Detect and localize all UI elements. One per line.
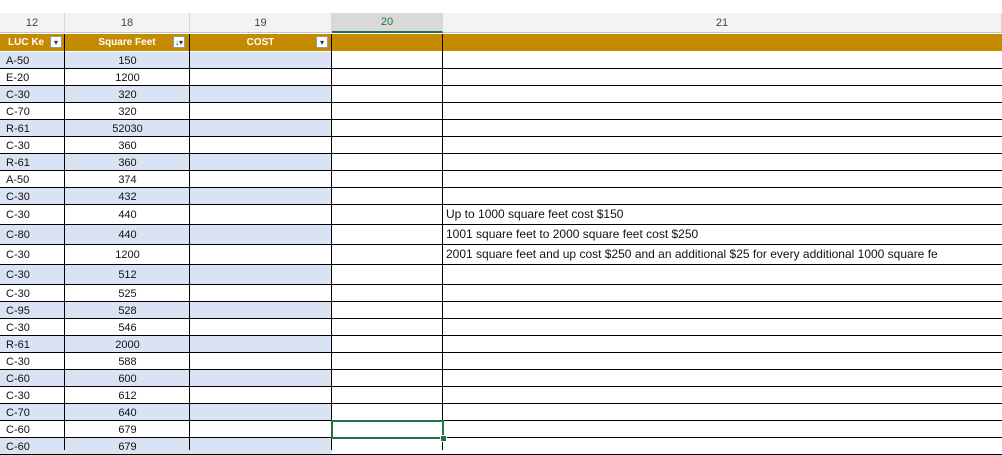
square-feet-cell[interactable]: 612 (65, 387, 190, 404)
column-gridline (331, 34, 332, 450)
sort-ascending-filter-icon[interactable]: ↓▾ (173, 36, 185, 48)
square-feet-cell[interactable]: 2000 (65, 336, 190, 353)
column-gridline (189, 34, 190, 450)
header-col-20[interactable] (332, 34, 443, 51)
cost-cell[interactable] (190, 188, 332, 205)
square-feet-cell[interactable]: 320 (65, 103, 190, 120)
square-feet-cell[interactable]: 1200 (65, 245, 190, 265)
cost-cell[interactable] (190, 302, 332, 319)
cost-cell[interactable] (190, 353, 332, 370)
cost-cell[interactable] (190, 370, 332, 387)
cost-cell[interactable] (190, 336, 332, 353)
luc-key-cell[interactable]: C-60 (0, 438, 65, 455)
cost-cell[interactable] (190, 86, 332, 103)
cost-cell[interactable] (190, 154, 332, 171)
square-feet-cell[interactable]: 679 (65, 421, 190, 438)
luc-key-cell[interactable]: R-61 (0, 154, 65, 171)
column-gridline (442, 34, 443, 450)
luc-key-cell[interactable]: C-30 (0, 265, 65, 285)
square-feet-cell[interactable]: 546 (65, 319, 190, 336)
square-feet-cell[interactable]: 588 (65, 353, 190, 370)
luc-key-cell[interactable]: R-61 (0, 336, 65, 353)
cost-cell[interactable] (190, 120, 332, 137)
square-feet-cell[interactable]: 440 (65, 205, 190, 225)
cost-cell[interactable] (190, 103, 332, 120)
cost-cell[interactable] (190, 171, 332, 188)
cost-cell[interactable] (190, 438, 332, 455)
header-luc-key[interactable]: LUC Ke ▾ (0, 34, 65, 51)
fill-handle[interactable] (440, 435, 447, 442)
square-feet-cell[interactable]: 360 (65, 154, 190, 171)
cost-cell[interactable] (190, 421, 332, 438)
luc-key-cell[interactable]: C-95 (0, 302, 65, 319)
cost-cell[interactable] (190, 285, 332, 302)
header-col-21[interactable] (443, 34, 1002, 51)
luc-key-cell[interactable]: C-30 (0, 285, 65, 302)
luc-key-cell[interactable]: C-80 (0, 225, 65, 245)
column-header-20[interactable]: 20 (332, 13, 443, 33)
cost-cell[interactable] (190, 245, 332, 265)
luc-key-cell[interactable]: C-30 (0, 319, 65, 336)
luc-key-cell[interactable]: C-70 (0, 404, 65, 421)
cost-rule-note[interactable]: 1001 square feet to 2000 square feet cos… (446, 227, 698, 241)
luc-key-cell[interactable]: C-30 (0, 387, 65, 404)
column-header-21[interactable]: 21 (443, 13, 1002, 33)
cost-cell[interactable] (190, 52, 332, 69)
cost-cell[interactable] (190, 265, 332, 285)
square-feet-cell[interactable]: 374 (65, 171, 190, 188)
luc-key-cell[interactable]: C-30 (0, 188, 65, 205)
header-cost[interactable]: COST ▾ (190, 34, 332, 51)
square-feet-cell[interactable]: 432 (65, 188, 190, 205)
square-feet-cell[interactable]: 640 (65, 404, 190, 421)
filter-dropdown-icon[interactable]: ▾ (316, 36, 328, 48)
cost-cell[interactable] (190, 69, 332, 86)
cost-cell[interactable] (190, 387, 332, 404)
square-feet-cell[interactable]: 679 (65, 438, 190, 455)
luc-key-cell[interactable]: C-30 (0, 245, 65, 265)
luc-key-cell[interactable]: C-70 (0, 103, 65, 120)
cost-cell[interactable] (190, 137, 332, 154)
luc-key-cell[interactable]: C-30 (0, 137, 65, 154)
square-feet-cell[interactable]: 512 (65, 265, 190, 285)
cost-rule-note[interactable]: 2001 square feet and up cost $250 and an… (446, 247, 938, 261)
column-header-12[interactable]: 12 (0, 13, 65, 33)
square-feet-cell[interactable]: 528 (65, 302, 190, 319)
header-square-feet-label: Square Feet (98, 37, 156, 48)
luc-key-cell[interactable]: C-30 (0, 86, 65, 103)
cost-rule-note[interactable]: Up to 1000 square feet cost $150 (446, 207, 623, 221)
square-feet-cell[interactable]: 320 (65, 86, 190, 103)
luc-key-cell[interactable]: R-61 (0, 120, 65, 137)
luc-key-cell[interactable]: A-50 (0, 171, 65, 188)
column-header-19[interactable]: 19 (190, 13, 332, 33)
cost-cell[interactable] (190, 225, 332, 245)
column-header-18[interactable]: 18 (65, 13, 190, 33)
column-gridline (64, 34, 65, 450)
cost-cell[interactable] (190, 319, 332, 336)
luc-key-cell[interactable]: C-60 (0, 370, 65, 387)
square-feet-cell[interactable]: 525 (65, 285, 190, 302)
luc-key-cell[interactable]: C-30 (0, 353, 65, 370)
square-feet-cell[interactable]: 360 (65, 137, 190, 154)
square-feet-cell[interactable]: 1200 (65, 69, 190, 86)
square-feet-cell[interactable]: 52030 (65, 120, 190, 137)
luc-key-cell[interactable]: A-50 (0, 52, 65, 69)
active-cell-selection[interactable] (331, 420, 444, 439)
header-cost-label: COST (246, 37, 275, 48)
cost-cell[interactable] (190, 205, 332, 225)
cost-cell[interactable] (190, 404, 332, 421)
square-feet-cell[interactable]: 440 (65, 225, 190, 245)
square-feet-cell[interactable]: 150 (65, 52, 190, 69)
square-feet-cell[interactable]: 600 (65, 370, 190, 387)
header-luc-key-label: LUC Ke (8, 37, 45, 48)
filter-dropdown-icon[interactable]: ▾ (50, 36, 62, 48)
luc-key-cell[interactable]: E-20 (0, 69, 65, 86)
luc-key-cell[interactable]: C-60 (0, 421, 65, 438)
luc-key-cell[interactable]: C-30 (0, 205, 65, 225)
header-square-feet[interactable]: Square Feet ↓▾ (65, 34, 190, 51)
